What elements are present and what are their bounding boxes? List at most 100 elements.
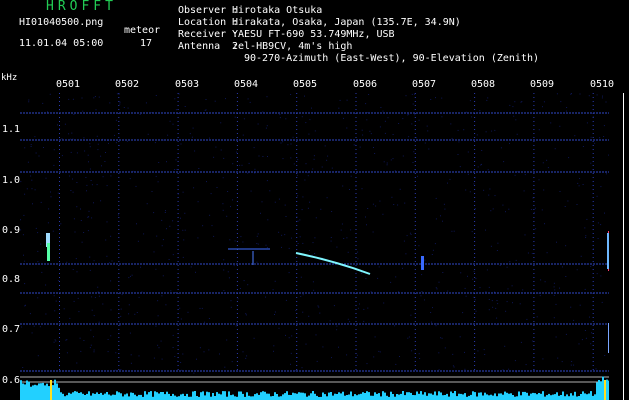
minute-tick <box>533 153 535 154</box>
histogram-bar <box>38 383 40 400</box>
minute-tick <box>296 357 298 358</box>
noise-speck <box>140 266 141 268</box>
minute-tick <box>474 229 476 230</box>
noise-speck <box>213 235 215 237</box>
noise-speck <box>467 151 469 153</box>
noise-speck <box>243 118 245 120</box>
noise-speck <box>577 182 579 184</box>
noise-speck <box>301 322 303 324</box>
noise-speck <box>120 308 122 310</box>
noise-speck <box>402 267 403 269</box>
minute-tick <box>414 265 416 266</box>
histogram-bar <box>288 394 290 400</box>
minute-tick <box>177 137 179 138</box>
noise-speck <box>54 310 56 312</box>
noise-speck <box>151 191 153 192</box>
noise-speck <box>247 98 249 100</box>
minute-tick <box>592 153 594 154</box>
minute-tick <box>414 209 416 210</box>
minute-tick <box>355 353 357 354</box>
noise-speck <box>121 294 123 296</box>
noise-speck <box>291 335 293 337</box>
histogram-bar <box>186 393 188 400</box>
minute-tick <box>414 261 416 262</box>
minute-tick <box>59 189 60 190</box>
noise-speck <box>257 243 259 245</box>
histogram-bar <box>228 391 230 400</box>
noise-speck <box>338 107 340 109</box>
noise-speck <box>346 127 348 129</box>
minute-tick <box>59 113 60 114</box>
noise-speck <box>359 146 361 148</box>
noise-speck <box>72 191 74 193</box>
noise-speck <box>102 303 104 305</box>
minute-tick <box>118 193 120 194</box>
histogram-peak <box>50 380 51 400</box>
histogram-bar <box>556 392 558 400</box>
noise-speck <box>242 241 244 243</box>
noise-speck <box>187 311 189 313</box>
minute-tick <box>414 173 416 174</box>
minute-tick <box>533 333 535 334</box>
minute-tick <box>592 285 594 286</box>
noise-speck <box>72 138 74 140</box>
noise-speck <box>94 297 96 298</box>
noise-speck <box>37 250 39 252</box>
minute-tick <box>177 313 179 314</box>
minute-tick <box>118 257 120 258</box>
noise-speck <box>353 144 355 146</box>
histogram-bar <box>42 382 44 400</box>
noise-speck <box>26 188 28 190</box>
histogram-bar <box>474 392 476 400</box>
noise-speck <box>256 235 258 237</box>
noise-speck <box>274 280 276 282</box>
minute-tick <box>236 169 238 170</box>
noise-speck <box>285 216 287 217</box>
minute-tick <box>474 113 476 114</box>
minute-tick <box>355 125 357 126</box>
histogram-bar <box>36 385 38 400</box>
histogram-bar <box>456 396 458 400</box>
noise-speck <box>447 290 449 292</box>
noise-speck <box>37 261 39 263</box>
minute-tick <box>533 285 535 286</box>
noise-speck <box>357 258 359 260</box>
minute-tick <box>296 193 298 194</box>
noise-speck <box>524 174 526 176</box>
minute-tick <box>592 325 594 326</box>
noise-speck <box>160 340 162 342</box>
minute-tick <box>59 145 60 146</box>
histogram-bar <box>424 392 426 400</box>
minute-tick <box>236 237 238 238</box>
noise-speck <box>48 208 50 210</box>
minute-tick <box>118 177 120 178</box>
minute-tick <box>592 225 594 226</box>
noise-speck <box>418 245 420 247</box>
noise-speck <box>441 116 443 118</box>
minute-tick <box>414 193 416 194</box>
noise-speck <box>114 134 115 136</box>
minute-tick <box>592 305 594 306</box>
noise-speck <box>441 337 443 339</box>
minute-tick <box>59 313 60 314</box>
minute-tick <box>296 293 298 294</box>
histogram-bar <box>470 394 472 400</box>
minute-tick <box>474 205 476 206</box>
minute-tick <box>296 257 298 258</box>
noise-speck <box>265 127 267 129</box>
noise-speck <box>408 113 410 115</box>
meteor-echo <box>47 243 50 261</box>
minute-tick <box>59 261 60 262</box>
histogram-bar <box>304 393 306 400</box>
noise-speck <box>600 224 602 226</box>
noise-speck <box>451 230 453 232</box>
minute-tick <box>118 285 120 286</box>
noise-speck <box>72 269 74 270</box>
noise-speck <box>257 123 259 125</box>
minute-tick <box>236 329 238 330</box>
noise-speck <box>559 191 561 192</box>
minute-tick <box>355 109 357 110</box>
noise-speck <box>153 357 155 359</box>
noise-speck <box>257 233 259 235</box>
minute-tick <box>59 213 60 214</box>
